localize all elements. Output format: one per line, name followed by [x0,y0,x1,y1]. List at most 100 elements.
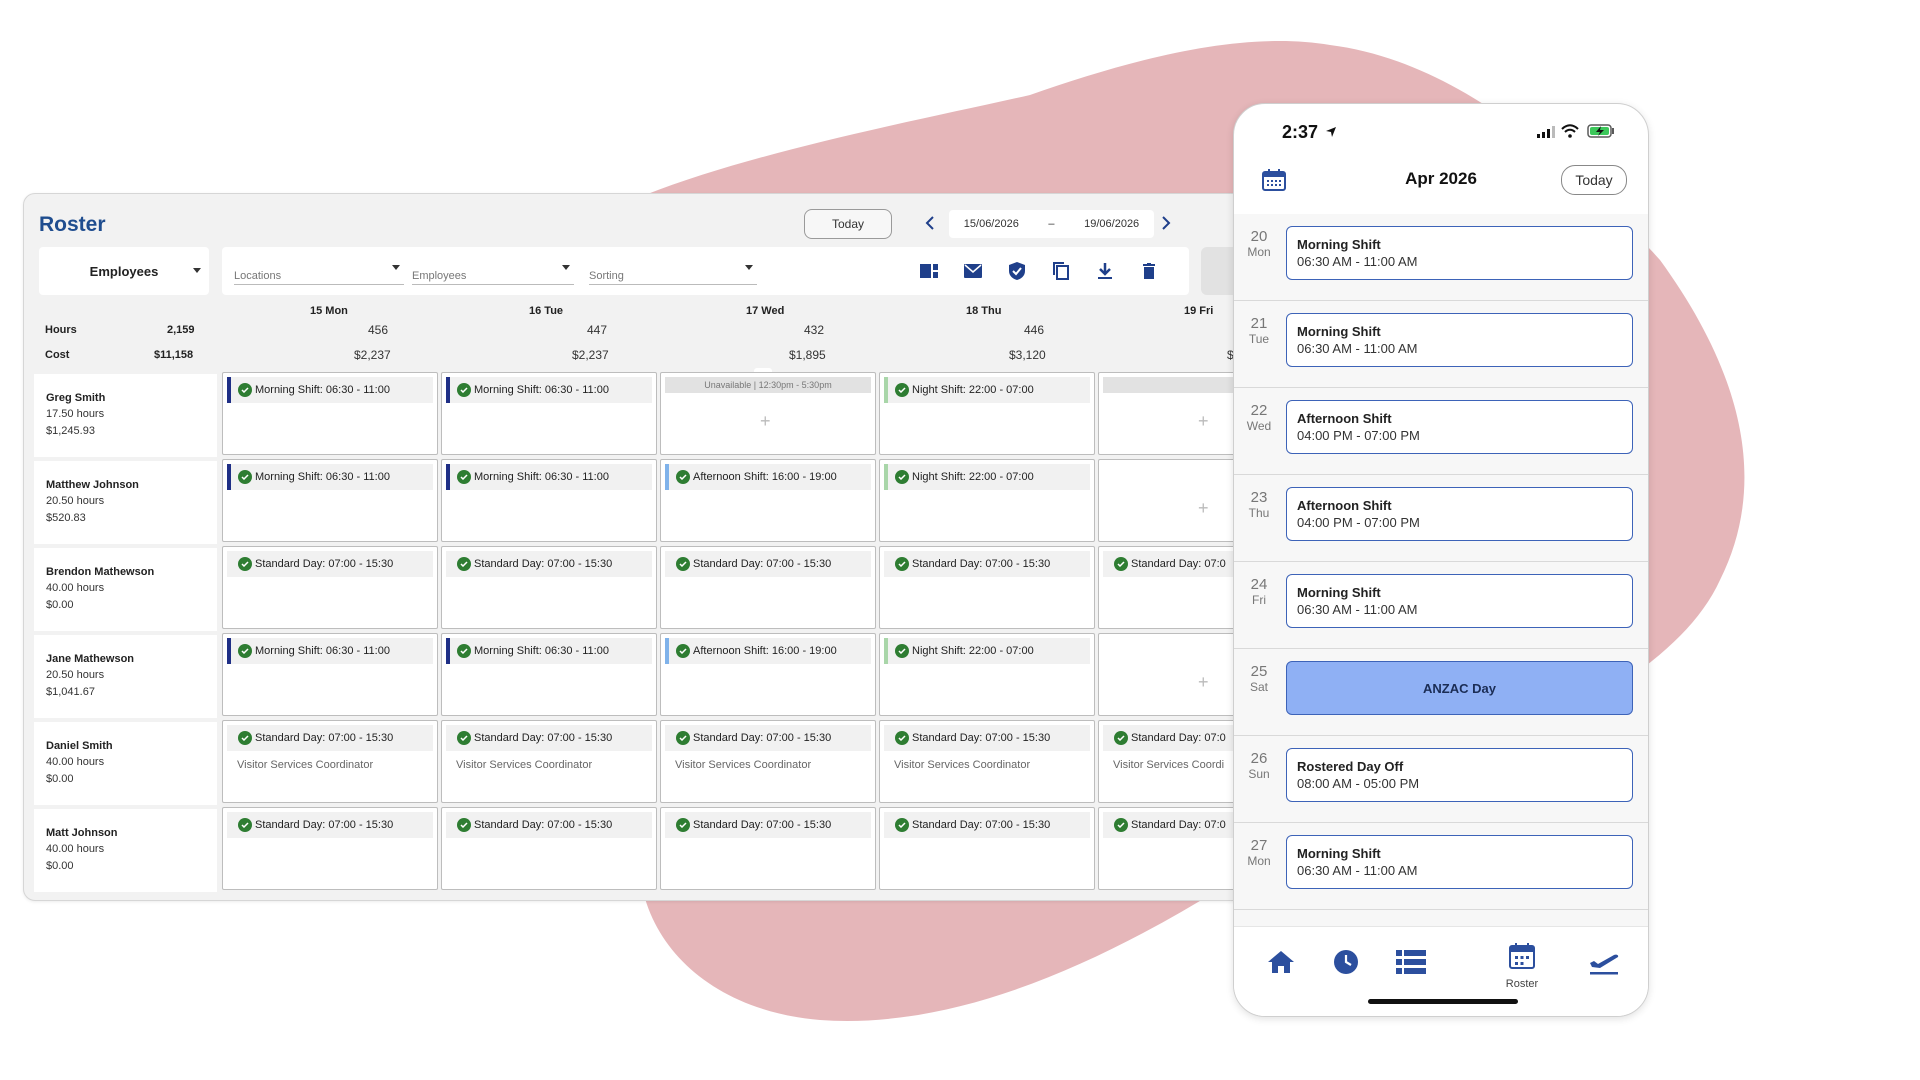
shift-chip[interactable]: Afternoon Shift: 16:00 - 19:00 [665,464,871,490]
roster-cell[interactable]: Morning Shift: 06:30 - 11:00 [441,372,657,455]
shift-chip[interactable]: Night Shift: 22:00 - 07:00 [884,464,1090,490]
shift-chip[interactable]: Afternoon Shift: 16:00 - 19:00 [665,638,871,664]
roster-cell[interactable]: Standard Day: 07:00 - 15:30 Visitor Serv… [222,720,438,803]
roster-cell[interactable]: Unavailable | 12:30pm - 5:30pm + [660,372,876,455]
shift-chip[interactable]: Morning Shift: 06:30 - 11:00 [446,464,652,490]
roster-cell[interactable]: Standard Day: 07:00 - 15:30 Visitor Serv… [441,720,657,803]
employees-filter[interactable]: Employees [412,257,574,285]
copy-button[interactable] [1051,261,1071,281]
roster-cell[interactable]: Morning Shift: 06:30 - 11:00 [222,633,438,716]
shift-chip[interactable]: Morning Shift: 06:30 - 11:00 [227,638,433,664]
day-row[interactable]: 27 Mon Morning Shift 06:30 AM - 11:00 AM [1234,823,1648,910]
roster-cell[interactable]: + [1098,459,1254,542]
roster-cell[interactable]: Standard Day: 07:0 Visitor Services Coor… [1098,720,1254,803]
roster-cell[interactable]: Standard Day: 07:00 - 15:30 [879,546,1095,629]
sorting-filter[interactable]: Sorting [589,257,757,285]
date-range[interactable]: 15/06/2026 – 19/06/2026 [949,210,1154,238]
roster-cell[interactable]: Morning Shift: 06:30 - 11:00 [441,633,657,716]
roster-cell[interactable]: Standard Day: 07:00 - 15:30 [222,546,438,629]
locations-filter[interactable]: Locations [234,257,404,285]
day-row[interactable]: 26 Sun Rostered Day Off 08:00 AM - 05:00 P… [1234,736,1648,823]
roster-cell[interactable]: Standard Day: 07:00 - 15:30 [222,807,438,890]
day-row[interactable]: 22 Wed Afternoon Shift 04:00 PM - 07:00 PM [1234,388,1648,475]
add-shift-icon[interactable]: + [1198,672,1209,693]
day-row[interactable]: 23 Thu Afternoon Shift 04:00 PM - 07:00 PM [1234,475,1648,562]
roster-cell[interactable]: Morning Shift: 06:30 - 11:00 [441,459,657,542]
add-shift-icon[interactable]: + [1198,498,1209,519]
roster-cell[interactable]: Morning Shift: 06:30 - 11:00 [222,372,438,455]
roster-cell[interactable]: Standard Day: 07:00 - 15:30 [879,807,1095,890]
shift-chip[interactable]: Night Shift: 22:00 - 07:00 [884,377,1090,403]
shift-chip[interactable]: Morning Shift: 06:30 - 11:00 [227,377,433,403]
next-week-button[interactable] [1154,210,1178,236]
roster-cell[interactable]: Night Shift: 22:00 - 07:00 [879,633,1095,716]
roster-cell[interactable]: Standard Day: 07:00 - 15:30 [441,546,657,629]
view-select[interactable]: Employees [39,247,209,295]
employee-row-header[interactable]: Matthew Johnson 20.50 hours $520.83 [34,461,217,544]
roster-cell[interactable]: + [1098,633,1254,716]
shift-card[interactable]: Morning Shift 06:30 AM - 11:00 AM [1286,313,1633,367]
approve-button[interactable] [1007,261,1027,281]
add-shift-icon[interactable]: + [760,411,771,432]
shift-chip[interactable]: Night Shift: 22:00 - 07:00 [884,638,1090,664]
employee-row-header[interactable]: Jane Mathewson 20.50 hours $1,041.67 [34,635,217,718]
employee-row-header[interactable]: Brendon Mathewson 40.00 hours $0.00 [34,548,217,631]
day-row[interactable]: 20 Mon Morning Shift 06:30 AM - 11:00 AM [1234,214,1648,301]
day-row[interactable]: 24 Fri Morning Shift 06:30 AM - 11:00 AM [1234,562,1648,649]
tab-leave[interactable] [1584,945,1624,979]
day-row[interactable]: 25 Sat ANZAC Day [1234,649,1648,736]
tab-home[interactable] [1261,945,1301,979]
shift-chip[interactable]: Standard Day: 07:00 - 15:30 [227,812,433,838]
download-button[interactable] [1095,261,1115,281]
shift-chip[interactable]: Morning Shift: 06:30 - 11:00 [446,377,652,403]
shift-card[interactable]: Morning Shift 06:30 AM - 11:00 AM [1286,226,1633,280]
delete-button[interactable] [1139,261,1159,281]
tab-timesheet[interactable] [1326,945,1366,979]
roster-cell[interactable]: Night Shift: 22:00 - 07:00 [879,372,1095,455]
shift-chip[interactable]: Standard Day: 07:00 - 15:30 [227,551,433,577]
roster-cell[interactable]: Afternoon Shift: 16:00 - 19:00 [660,633,876,716]
roster-cell[interactable]: Afternoon Shift: 16:00 - 19:00 [660,459,876,542]
shift-card[interactable]: Afternoon Shift 04:00 PM - 07:00 PM [1286,487,1633,541]
tab-roster[interactable] [1502,939,1542,973]
shift-card[interactable]: Morning Shift 06:30 AM - 11:00 AM [1286,574,1633,628]
roster-cell[interactable]: Unavailable | All + [1098,372,1254,455]
employee-row-header[interactable]: Daniel Smith 40.00 hours $0.00 [34,722,217,805]
roster-cell[interactable]: Standard Day: 07:00 - 15:30 Visitor Serv… [879,720,1095,803]
add-shift-icon[interactable]: + [1198,411,1209,432]
shift-chip[interactable]: Standard Day: 07:00 - 15:30 [446,812,652,838]
shift-chip[interactable]: Morning Shift: 06:30 - 11:00 [446,638,652,664]
roster-cell[interactable]: Standard Day: 07:00 - 15:30 Visitor Serv… [660,720,876,803]
shift-card[interactable]: Afternoon Shift 04:00 PM - 07:00 PM [1286,400,1633,454]
roster-cell[interactable]: Standard Day: 07:0 [1098,807,1254,890]
day-row[interactable]: 21 Tue Morning Shift 06:30 AM - 11:00 AM [1234,301,1648,388]
day-number: 23 [1250,489,1268,506]
employee-row-header[interactable]: Greg Smith 17.50 hours $1,245.93 [34,374,217,457]
shift-card[interactable]: Rostered Day Off 08:00 AM - 05:00 PM [1286,748,1633,802]
publish-button[interactable] [919,261,939,281]
shift-chip[interactable]: Standard Day: 07:00 - 15:30 [884,551,1090,577]
roster-cell[interactable]: Night Shift: 22:00 - 07:00 [879,459,1095,542]
shift-chip[interactable]: Standard Day: 07:00 - 15:30 [665,812,871,838]
today-button[interactable]: Today [1561,165,1627,195]
tab-list[interactable] [1391,945,1431,979]
roster-cell[interactable]: Morning Shift: 06:30 - 11:00 [222,459,438,542]
shift-chip[interactable]: Standard Day: 07:00 - 15:30 [227,725,433,751]
holiday-card[interactable]: ANZAC Day [1286,661,1633,715]
shift-chip[interactable]: Standard Day: 07:00 - 15:30 [884,725,1090,751]
shift-chip[interactable]: Standard Day: 07:00 - 15:30 [446,551,652,577]
roster-cell[interactable]: Standard Day: 07:00 - 15:30 [660,807,876,890]
shift-card[interactable]: Morning Shift 06:30 AM - 11:00 AM [1286,835,1633,889]
shift-chip[interactable]: Standard Day: 07:00 - 15:30 [884,812,1090,838]
roster-cell[interactable]: Standard Day: 07:0 [1098,546,1254,629]
today-button[interactable]: Today [804,209,892,239]
shift-chip[interactable]: Standard Day: 07:00 - 15:30 [446,725,652,751]
prev-week-button[interactable] [918,210,942,236]
shift-chip[interactable]: Morning Shift: 06:30 - 11:00 [227,464,433,490]
shift-chip[interactable]: Standard Day: 07:00 - 15:30 [665,551,871,577]
employee-row-header[interactable]: Matt Johnson 40.00 hours $0.00 [34,809,217,892]
shift-chip[interactable]: Standard Day: 07:00 - 15:30 [665,725,871,751]
email-button[interactable] [963,261,983,281]
roster-cell[interactable]: Standard Day: 07:00 - 15:30 [660,546,876,629]
roster-cell[interactable]: Standard Day: 07:00 - 15:30 [441,807,657,890]
